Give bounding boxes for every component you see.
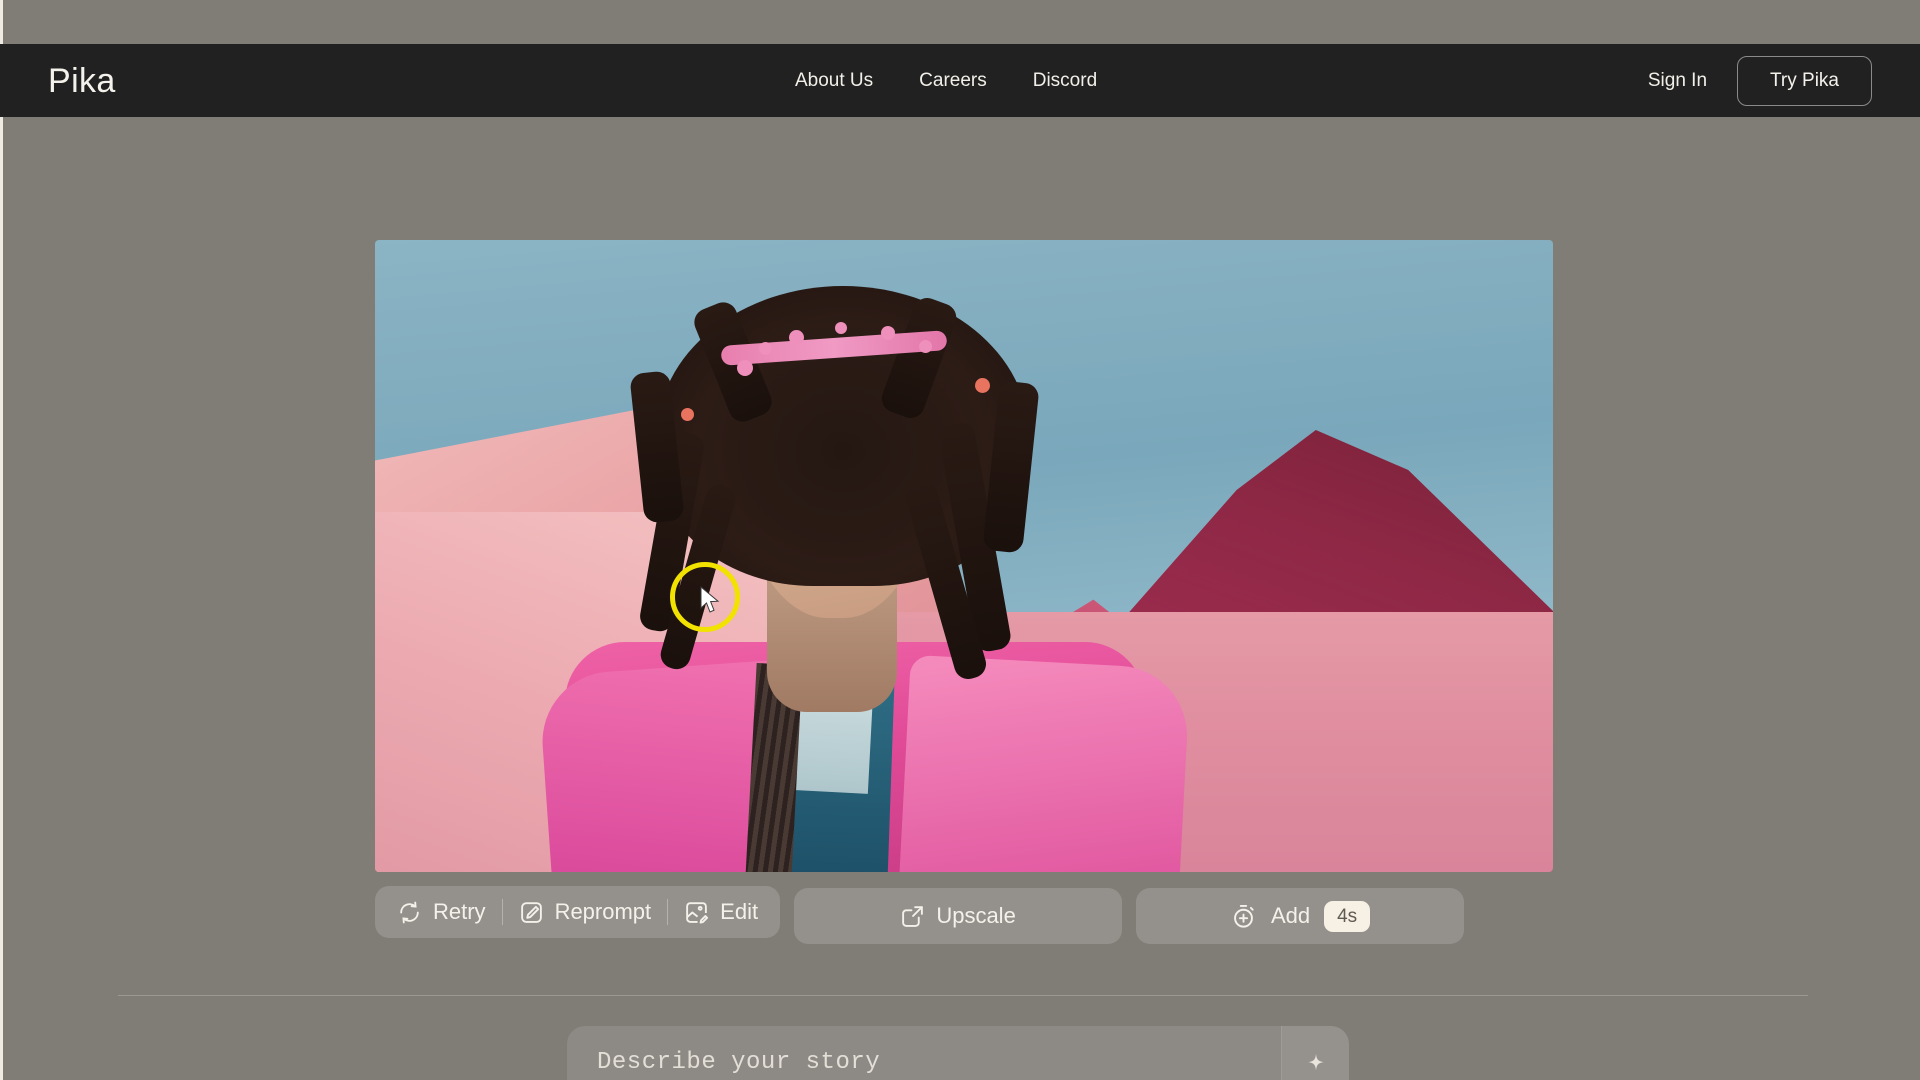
add-label: Add xyxy=(1270,903,1311,928)
retry-button[interactable]: Retry xyxy=(381,886,502,938)
nav-link-discord[interactable]: Discord xyxy=(1033,70,1097,92)
video-player[interactable] xyxy=(375,240,1553,872)
stopwatch-plus-icon xyxy=(1230,903,1257,930)
nav-link-about-us[interactable]: About Us xyxy=(795,70,873,92)
screen-root: Explore My Library Favorites xyxy=(0,0,1920,1080)
primary-actions-group: Retry Reprompt Edit xyxy=(375,886,781,938)
reprompt-button[interactable]: Reprompt xyxy=(503,886,668,938)
upscale-label: Upscale xyxy=(936,903,1016,928)
section-divider xyxy=(118,995,1808,996)
reprompt-label: Reprompt xyxy=(554,899,652,924)
add-duration-button[interactable]: Add 4s xyxy=(1136,888,1465,944)
edit-button[interactable]: Edit xyxy=(668,886,774,938)
prompt-composer xyxy=(567,1026,1349,1080)
video-frame-image xyxy=(375,240,1553,872)
external-link-icon xyxy=(900,904,925,929)
video-detail-modal: Retry Reprompt Edit Upscale Add 4s Descr… xyxy=(0,0,1920,1080)
mouse-cursor xyxy=(700,586,720,613)
nav-links: About Us Careers Discord xyxy=(795,70,1097,92)
prompt-input[interactable] xyxy=(567,1048,1281,1076)
try-pika-button[interactable]: Try Pika xyxy=(1737,55,1872,106)
pika-logo[interactable]: Pika xyxy=(48,64,116,98)
duration-badge[interactable]: 4s xyxy=(1324,900,1371,932)
upscale-button[interactable]: Upscale xyxy=(794,888,1123,944)
site-navigation-bar: Pika About Us Careers Discord Sign In Tr… xyxy=(0,44,1920,117)
pencil-square-icon xyxy=(519,900,544,925)
image-edit-icon xyxy=(684,900,709,925)
sign-in-link[interactable]: Sign In xyxy=(1648,70,1707,92)
generate-sparkle-button[interactable] xyxy=(1281,1026,1349,1080)
nav-actions: Sign In Try Pika xyxy=(1648,55,1872,106)
refresh-icon xyxy=(397,900,422,925)
sparkle-icon xyxy=(1303,1049,1329,1075)
video-action-toolbar: Retry Reprompt Edit Upscale Add 4s xyxy=(375,886,1465,944)
edit-label: Edit xyxy=(720,899,759,924)
retry-label: Retry xyxy=(433,899,486,924)
nav-link-careers[interactable]: Careers xyxy=(919,70,987,92)
